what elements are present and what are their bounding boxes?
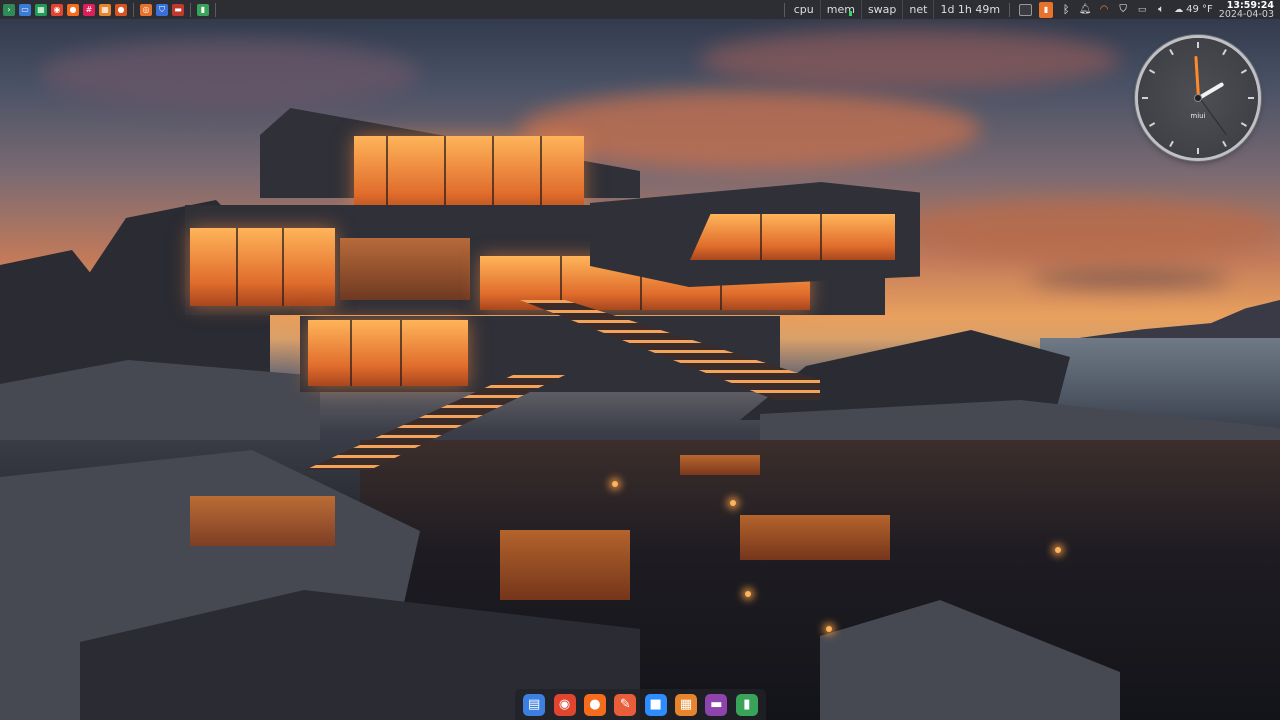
wifi-icon[interactable]: ◠ bbox=[1098, 4, 1110, 16]
terminal-icon[interactable]: › bbox=[3, 3, 15, 16]
browser-icon[interactable]: ◎ bbox=[140, 3, 152, 16]
analog-clock-widget[interactable]: miui bbox=[1138, 38, 1258, 158]
firefox-dev-icon[interactable]: ● bbox=[115, 3, 127, 16]
dock-file-manager-icon[interactable]: ▤ bbox=[523, 693, 546, 716]
panel-separator bbox=[1009, 2, 1011, 17]
spreadsheet-icon[interactable]: ▦ bbox=[35, 3, 47, 16]
memory-usage-bar bbox=[848, 11, 852, 16]
clock-tick bbox=[1240, 122, 1247, 127]
desktop-icon[interactable]: ▭ bbox=[19, 3, 31, 16]
weather-temperature: 49 °F bbox=[1186, 4, 1213, 15]
dock-screenshot-icon[interactable]: ▬ bbox=[705, 693, 728, 716]
dock-trash-icon[interactable]: ▮ bbox=[735, 693, 758, 716]
swap-monitor-label: swap bbox=[867, 3, 897, 16]
cpu-monitor-label: cpu bbox=[793, 3, 814, 16]
notification-bell-icon[interactable]: 🔔︎ bbox=[1079, 4, 1092, 16]
volume-icon[interactable]: 🔈︎ bbox=[1155, 4, 1167, 16]
dock-calculator-icon[interactable]: ▦ bbox=[675, 693, 698, 716]
panel-separator bbox=[215, 2, 216, 17]
clock-tick bbox=[1169, 49, 1174, 56]
grid-apps-icon[interactable]: ▦ bbox=[99, 3, 111, 16]
media-icon[interactable]: ▬ bbox=[172, 3, 184, 16]
weather-widget[interactable]: ☁︎ 49 °F bbox=[1174, 4, 1213, 15]
panel-separator bbox=[133, 2, 134, 17]
launcher-group-mid: ◎ ⛉ ▬ bbox=[137, 0, 187, 19]
panel-clock-date: 2024-04-03 bbox=[1218, 8, 1274, 20]
system-tray: ▮ ᛒ 🔔︎ ◠ ⛉ ▭ 🔈︎ ☁︎ 49 °F bbox=[1013, 0, 1219, 19]
dock-firefox-icon[interactable]: ● bbox=[583, 693, 606, 716]
panel-separator bbox=[783, 2, 785, 17]
clock-tick bbox=[1197, 42, 1199, 48]
clock-tick bbox=[1169, 140, 1174, 147]
cpu-monitor[interactable]: cpu bbox=[788, 0, 820, 19]
clock-tick bbox=[1222, 49, 1227, 56]
cloud-icon: ☁︎ bbox=[1174, 4, 1184, 15]
launcher-group-right: ▮ bbox=[194, 0, 212, 19]
slack-icon[interactable]: # bbox=[83, 3, 95, 16]
screenshot-tray-icon[interactable] bbox=[1019, 3, 1033, 16]
clock-minute-hand bbox=[1193, 55, 1200, 99]
stocks-tray-icon[interactable]: ▮ bbox=[1039, 1, 1054, 18]
battery-icon[interactable]: ▭ bbox=[1136, 4, 1148, 16]
dock-video-call-icon[interactable]: ■ bbox=[644, 693, 667, 716]
network-monitor-label: net bbox=[909, 3, 928, 16]
uptime-value: 1d 1h 49m bbox=[940, 3, 1001, 16]
firefox-icon[interactable]: ● bbox=[67, 3, 79, 16]
desktop-wallpaper bbox=[0, 0, 1280, 720]
chrome-icon[interactable]: ◉ bbox=[51, 3, 63, 16]
clock-brand-label: miui bbox=[1190, 112, 1206, 120]
memory-monitor[interactable]: mem bbox=[819, 0, 861, 19]
clock-center-pin bbox=[1194, 94, 1202, 102]
clock-tick bbox=[1240, 69, 1247, 74]
panel-separator bbox=[190, 2, 191, 17]
trash-icon[interactable]: ▮ bbox=[197, 3, 209, 16]
panel-clock[interactable]: 13:59:24 2024-04-03 bbox=[1218, 0, 1280, 20]
dock-chrome-icon[interactable]: ◉ bbox=[553, 693, 576, 716]
clock-tick bbox=[1149, 69, 1156, 74]
clock-tick bbox=[1248, 97, 1254, 99]
swap-monitor[interactable]: swap bbox=[860, 0, 902, 19]
network-monitor[interactable]: net bbox=[902, 0, 933, 19]
clock-tick bbox=[1197, 148, 1199, 154]
bluetooth-icon[interactable]: ᛒ bbox=[1060, 3, 1072, 16]
shield-icon[interactable]: ⛉ bbox=[1117, 4, 1129, 16]
top-panel: › ▭ ▦ ◉ ● # ▦ ● ◎ ⛉ ▬ ▮ cpu mem swap net 1d 1h 49… bbox=[0, 0, 1280, 19]
uptime-indicator: 1d 1h 49m bbox=[933, 0, 1006, 19]
launcher-group-left: › ▭ ▦ ◉ ● # ▦ ● bbox=[0, 0, 130, 19]
dock-text-editor-icon[interactable]: ✎ bbox=[614, 693, 637, 716]
clock-tick bbox=[1142, 97, 1148, 99]
dock: ▤ ◉ ● ✎ ■ ▦ ▬ ▮ bbox=[515, 689, 766, 720]
clock-tick bbox=[1222, 140, 1227, 147]
clock-tick bbox=[1149, 122, 1156, 127]
bitwarden-icon[interactable]: ⛉ bbox=[156, 3, 168, 16]
